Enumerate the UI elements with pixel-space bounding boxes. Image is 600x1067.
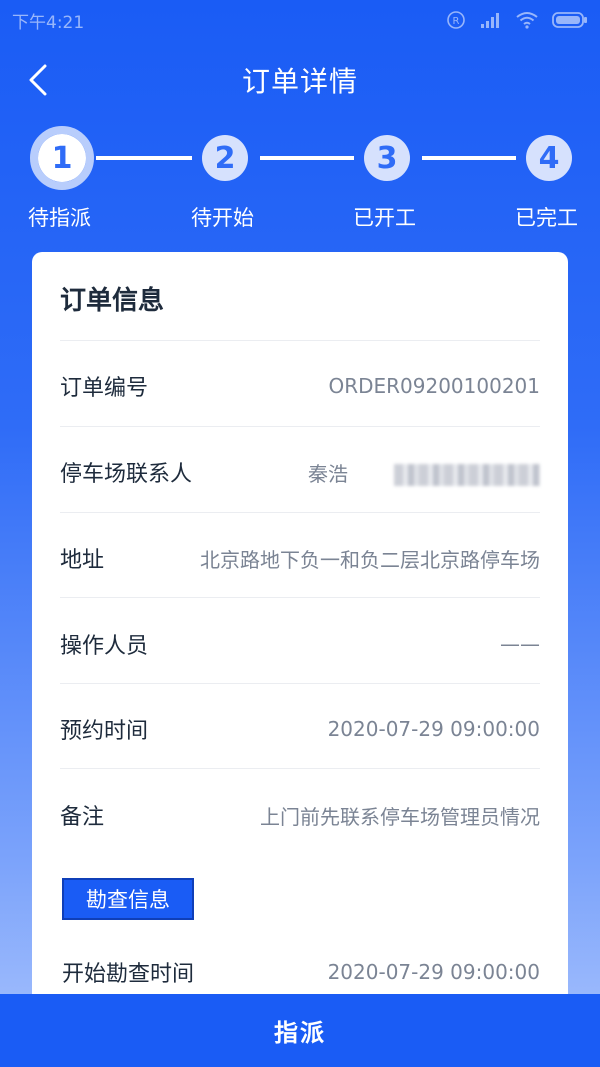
divider — [60, 597, 540, 598]
step-1-label: 待指派 — [28, 206, 91, 230]
blurred-phone — [394, 464, 540, 486]
step-1-circle: 1 — [30, 126, 94, 190]
remark-label: 备注 — [60, 805, 105, 830]
address-value: 北京路地下负一和负二层北京路停车场 — [200, 547, 540, 572]
step-4-circle: 4 — [526, 135, 572, 181]
operator-row: 操作人员 —— — [60, 628, 540, 660]
divider — [60, 512, 540, 513]
remark-row: 备注 上门前先联系停车场管理员情况 — [60, 799, 540, 831]
appointment-row: 预约时间 2020-07-29 09:00:00 — [60, 713, 540, 745]
divider — [60, 768, 540, 769]
operator-value: —— — [500, 632, 540, 656]
survey-start-label: 开始勘查时间 — [62, 962, 195, 987]
step-3-circle: 3 — [364, 135, 410, 181]
divider — [60, 340, 540, 341]
appointment-label: 预约时间 — [60, 719, 149, 744]
contact-row: 停车场联系人 秦浩 — [60, 456, 540, 488]
status-bar: 下午4:21 R — [0, 0, 600, 40]
step-2-circle: 2 — [202, 135, 248, 181]
status-icons: R — [446, 10, 588, 30]
address-row: 地址 北京路地下负一和负二层北京路停车场 — [60, 542, 540, 574]
registered-icon: R — [447, 11, 465, 29]
survey-start-row: 开始勘查时间 2020-07-29 09:00:00 — [62, 956, 540, 988]
back-button[interactable] — [20, 62, 56, 98]
order-number-value: ORDER09200100201 — [328, 374, 540, 398]
address-label: 地址 — [60, 548, 105, 573]
contact-name: 秦浩 — [308, 461, 348, 486]
contact-value-wrap: 秦浩 — [308, 458, 540, 487]
step-1-number: 1 — [51, 140, 73, 176]
remark-value: 上门前先联系停车场管理员情况 — [260, 804, 540, 829]
step-connector-1 — [96, 156, 192, 160]
survey-start-value: 2020-07-29 09:00:00 — [327, 960, 540, 984]
chevron-left-icon — [29, 64, 47, 96]
order-number-row: 订单编号 ORDER09200100201 — [60, 370, 540, 402]
appointment-value: 2020-07-29 09:00:00 — [327, 717, 540, 741]
nav-bar: 订单详情 — [0, 52, 600, 108]
divider — [60, 683, 540, 684]
assign-button[interactable]: 指派 — [0, 994, 600, 1067]
step-4-label: 已完工 — [515, 206, 578, 230]
order-detail-card: 订单信息 订单编号 ORDER09200100201 停车场联系人 秦浩 地址 … — [32, 252, 568, 1012]
step-connector-2 — [260, 156, 354, 160]
contact-label: 停车场联系人 — [60, 462, 193, 487]
step-2-number: 2 — [214, 140, 236, 176]
survey-info-tag: 勘查信息 — [62, 878, 194, 920]
progress-steps: 1 2 3 4 待指派 待开始 已开工 已完工 — [0, 126, 600, 236]
svg-text:R: R — [453, 16, 460, 27]
order-info-title: 订单信息 — [60, 286, 165, 316]
order-number-label: 订单编号 — [60, 376, 149, 401]
divider — [60, 426, 540, 427]
signal-icon — [481, 13, 499, 28]
wifi-icon — [516, 12, 538, 29]
step-4-number: 4 — [538, 140, 560, 176]
step-connector-3 — [422, 156, 516, 160]
step-3-label: 已开工 — [353, 206, 416, 230]
operator-label: 操作人员 — [60, 634, 149, 659]
page-title: 订单详情 — [241, 65, 358, 98]
status-time: 下午4:21 — [12, 12, 85, 33]
step-2-label: 待开始 — [191, 206, 254, 230]
step-3-number: 3 — [376, 140, 398, 176]
battery-icon — [552, 12, 587, 28]
